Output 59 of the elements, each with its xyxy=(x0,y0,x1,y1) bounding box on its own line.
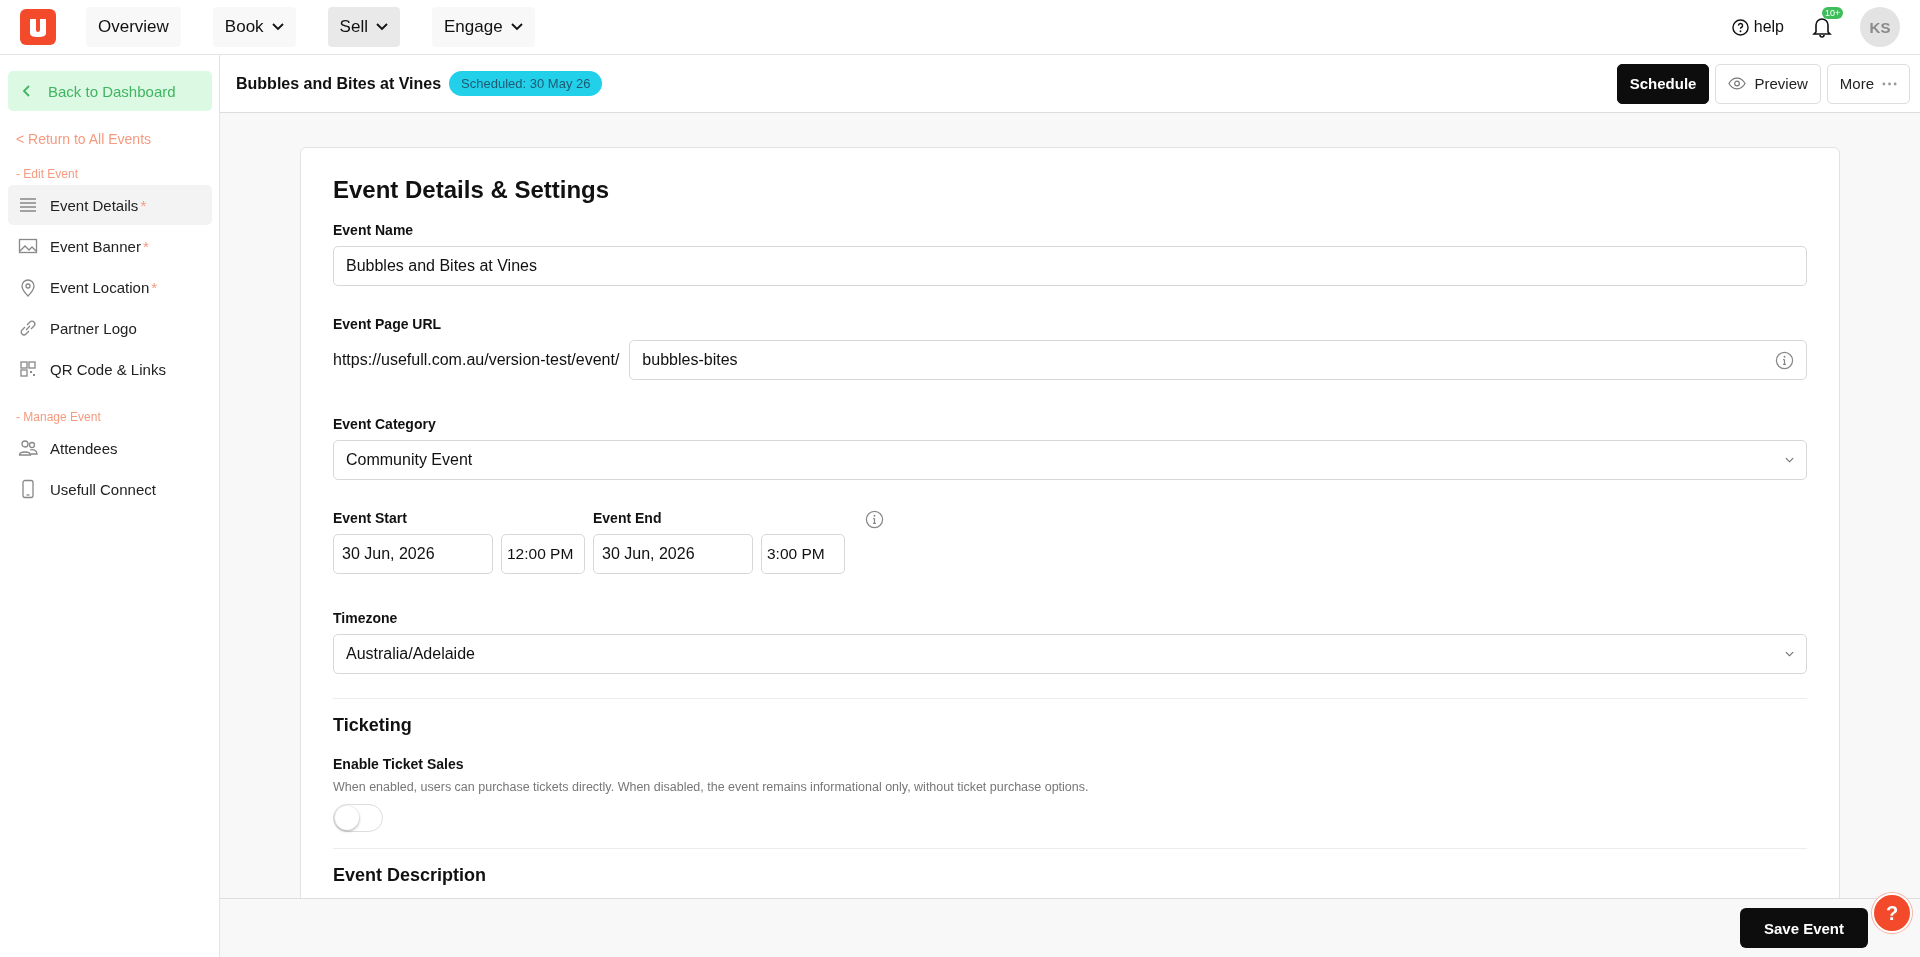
event-name-field[interactable]: Bubbles and Bites at Vines xyxy=(333,246,1807,286)
sidebar-item[interactable]: Partner Logo xyxy=(8,308,212,348)
field-label: Event Page URL xyxy=(333,316,442,332)
link-icon xyxy=(18,318,38,338)
start-time-field[interactable]: 12:00 PM xyxy=(501,534,585,574)
help-link[interactable]: help xyxy=(1731,18,1784,36)
chevron-down-icon xyxy=(1785,457,1794,463)
bell-icon[interactable] xyxy=(1812,16,1832,38)
nav-tab[interactable]: Book xyxy=(212,7,296,47)
field-label: Enable Ticket Sales xyxy=(333,756,464,772)
status-badge: Scheduled: 30 May 26 xyxy=(449,71,603,96)
list-icon xyxy=(18,195,38,215)
help-icon xyxy=(1731,18,1749,36)
help-bubble-button[interactable]: ? xyxy=(1872,893,1912,933)
end-date-field[interactable]: 30 Jun, 2026 xyxy=(593,534,753,574)
category-dropdown[interactable]: Community Event xyxy=(333,440,1807,480)
sidebar-item[interactable]: Attendees xyxy=(8,428,212,468)
notification-badge: 10+ xyxy=(1822,7,1844,19)
section-heading: Ticketing xyxy=(333,715,412,736)
url-slug-field[interactable]: bubbles-bites xyxy=(629,340,1807,380)
section-heading: Event Description xyxy=(333,865,487,886)
field-label: Timezone xyxy=(333,610,398,626)
sidebar-item[interactable]: Event Details* xyxy=(8,185,212,225)
people-icon xyxy=(18,438,38,458)
chevron-left-icon xyxy=(22,85,30,97)
nav-tab[interactable]: Sell xyxy=(327,7,400,47)
section-label: - Manage Event xyxy=(16,410,101,424)
info-icon xyxy=(865,510,884,529)
qr-code-icon xyxy=(18,359,38,379)
nav-tab[interactable]: Overview xyxy=(86,7,181,47)
field-description: When enabled, users can purchase tickets directly. When disabled, the event remains informational only, without ticket purchase options. xyxy=(333,780,1089,794)
url-prefix: https://usefull.com.au/version-test/event/ xyxy=(333,350,620,370)
event-title: Bubbles and Bites at Vines xyxy=(236,74,442,93)
app-logo[interactable] xyxy=(20,9,56,45)
image-icon xyxy=(18,236,38,256)
schedule-button[interactable]: Schedule xyxy=(1616,63,1710,104)
eye-icon xyxy=(1728,77,1747,90)
field-label: Event Name xyxy=(333,222,414,238)
end-time-field[interactable]: 3:00 PM xyxy=(761,534,845,574)
start-date-field[interactable]: 30 Jun, 2026 xyxy=(333,534,493,574)
sidebar-item[interactable]: Usefull Connect xyxy=(8,469,212,509)
section-label: - Edit Event xyxy=(16,167,79,181)
location-pin-icon xyxy=(18,277,38,297)
timezone-dropdown[interactable]: Australia/Adelaide xyxy=(333,634,1807,674)
ticket-sales-toggle[interactable] xyxy=(333,804,383,832)
sidebar-item[interactable]: QR Code & Links xyxy=(8,349,212,389)
save-event-button[interactable]: Save Event xyxy=(1739,908,1868,948)
info-icon xyxy=(1775,350,1794,370)
field-label: Event End xyxy=(593,510,663,526)
preview-button[interactable]: Preview xyxy=(1715,63,1821,104)
more-button[interactable]: More xyxy=(1826,63,1910,104)
nav-tab[interactable]: Engage xyxy=(431,7,535,47)
sidebar-item[interactable]: Event Location* xyxy=(8,267,212,307)
field-label: Event Category xyxy=(333,416,436,432)
chevron-down-icon xyxy=(1785,651,1794,657)
form-title: Event Details & Settings xyxy=(333,176,610,204)
more-dots-icon xyxy=(1882,81,1897,86)
field-label: Event Start xyxy=(333,510,408,526)
sidebar-item[interactable]: Event Banner* xyxy=(8,226,212,266)
